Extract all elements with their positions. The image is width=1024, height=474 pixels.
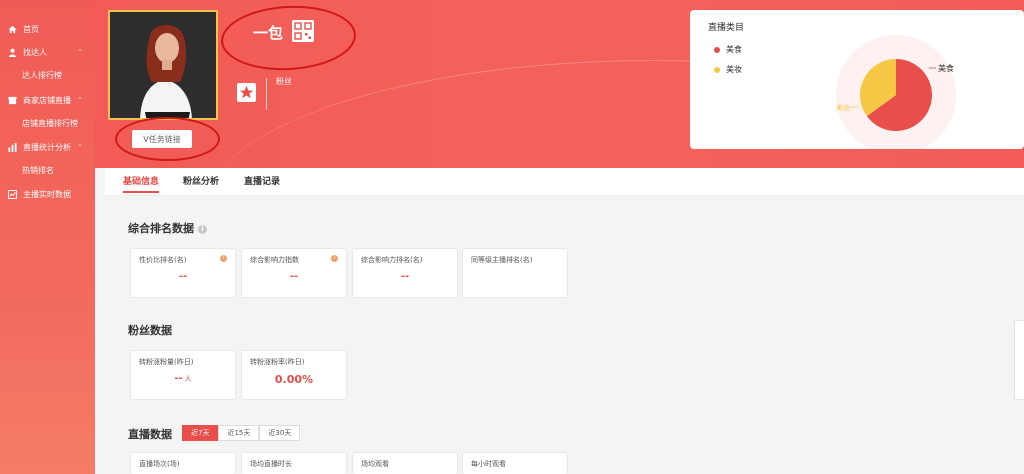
- metric-label: 每小时观看: [471, 460, 506, 468]
- metric-card-avg-views: 场均观看: [352, 452, 458, 474]
- sidebar-item-find-talent[interactable]: 找达人 ⌃: [0, 44, 95, 60]
- sidebar-item-label: 热销排名: [22, 165, 54, 175]
- sidebar-item-shop-ranking[interactable]: 店铺直播排行榜: [0, 115, 95, 131]
- fans-label: 粉丝: [276, 77, 292, 86]
- category-pie-chart: 美食 美妆: [836, 35, 956, 149]
- metric-unit: 人: [184, 375, 192, 383]
- sidebar-item-label: 首页: [23, 24, 39, 34]
- metric-card-fans-rate: 转粉涨粉率(昨日) 0.00%: [241, 350, 347, 400]
- metric-card-avg-duration: 场均直播时长: [241, 452, 347, 474]
- range-30-days-button[interactable]: 近30天: [259, 425, 301, 441]
- metric-card-value-rank: 性价比排名(名) i --: [130, 248, 236, 298]
- metric-label: 转粉涨粉率(昨日): [250, 358, 305, 366]
- sidebar-item-label: 主播实时数据: [23, 189, 71, 199]
- live-section-title: 直播数据: [128, 428, 172, 441]
- realtime-data-icon: [8, 189, 17, 199]
- metric-value: 0.00%: [274, 373, 314, 386]
- range-7-days-button[interactable]: 近7天: [182, 425, 219, 441]
- metric-label: 同等级主播排名(名): [471, 256, 533, 264]
- user-icon: [8, 48, 17, 57]
- sidebar-item-label: 商家店铺直播: [23, 95, 71, 105]
- info-icon[interactable]: i: [220, 255, 227, 262]
- avatar: [108, 10, 218, 120]
- section-title-text: 综合排名数据: [128, 222, 194, 235]
- metric-label: 综合影响力指数: [250, 256, 299, 264]
- date-range-selector: 近7天 近15天 近30天: [182, 425, 301, 441]
- fans-section-title: 粉丝数据: [128, 324, 172, 337]
- metric-label: 综合影响力排名(名): [361, 256, 423, 264]
- metric-card-influence-index: 综合影响力指数 i --: [241, 248, 347, 298]
- metric-label: 场均直播时长: [250, 460, 292, 468]
- profile-tabs: 基础信息 粉丝分析 直播记录: [105, 168, 1024, 196]
- metric-card-peer-rank: 同等级主播排名(名): [462, 248, 568, 298]
- metric-value: -- 人: [131, 373, 235, 384]
- info-icon[interactable]: i: [331, 255, 338, 262]
- home-icon: [8, 25, 17, 34]
- tab-live-records[interactable]: 直播记录: [244, 174, 280, 191]
- sidebar-item-hot-sales[interactable]: 热销排名: [0, 162, 95, 178]
- chevron-up-icon: ⌃: [77, 143, 83, 151]
- shop-icon: [8, 96, 17, 105]
- live-category-card: 直播类目 美食 美妆 美食 美妆: [690, 10, 1024, 149]
- metric-label: 场均观看: [361, 460, 389, 468]
- metric-value: --: [400, 271, 410, 282]
- chevron-up-icon: ⌃: [77, 48, 83, 56]
- metric-card-influence-rank: 综合影响力排名(名) --: [352, 248, 458, 298]
- metric-label: 性价比排名(名): [139, 256, 187, 264]
- sidebar-item-label: 直播统计分析: [23, 142, 71, 152]
- sidebar-item-realtime-data[interactable]: 主播实时数据: [0, 186, 95, 202]
- sidebar-item-label: 找达人: [23, 47, 47, 57]
- ranking-section-title: 综合排名数据 i: [128, 220, 207, 236]
- pie-label-food: 美食: [938, 63, 954, 73]
- metric-card-hourly-views: 每小时观看: [462, 452, 568, 474]
- metric-value-text: --: [174, 373, 183, 384]
- range-15-days-button[interactable]: 近15天: [218, 425, 260, 441]
- metric-value: --: [178, 271, 188, 282]
- metric-card-fans-gain: 转粉涨粉量(昨日) -- 人: [130, 350, 236, 400]
- header-divider: [266, 78, 267, 110]
- sidebar: 首页 找达人 ⌃ 达人排行榜 商家店铺直播 ⌃ 店铺直播排行榜 直播统计分析 ⌃…: [0, 0, 95, 474]
- sidebar-item-label: 达人排行榜: [22, 70, 62, 80]
- floating-side-panel[interactable]: [1014, 320, 1024, 400]
- sidebar-item-talent-ranking[interactable]: 达人排行榜: [0, 67, 95, 83]
- sidebar-item-shop-live[interactable]: 商家店铺直播 ⌃: [0, 92, 95, 108]
- metric-value: --: [289, 271, 299, 282]
- pie-label-makeup: 美妆: [836, 103, 850, 112]
- sidebar-item-home[interactable]: 首页: [0, 21, 95, 37]
- sidebar-item-live-stats[interactable]: 直播统计分析 ⌃: [0, 139, 95, 155]
- annotation-circle-task: [115, 117, 220, 161]
- tab-fans-analysis[interactable]: 粉丝分析: [183, 174, 219, 191]
- favorite-star-icon[interactable]: [237, 83, 256, 102]
- info-icon[interactable]: i: [198, 224, 207, 234]
- sidebar-item-label: 店铺直播排行榜: [22, 118, 78, 128]
- tab-basic-info[interactable]: 基础信息: [123, 174, 160, 193]
- chevron-up-icon: ⌃: [77, 96, 83, 104]
- metric-label: 转粉涨粉量(昨日): [139, 358, 194, 366]
- bar-chart-icon: [8, 142, 17, 152]
- metric-label: 直播场次(场): [139, 460, 180, 468]
- metric-card-live-count: 直播场次(场): [130, 452, 236, 474]
